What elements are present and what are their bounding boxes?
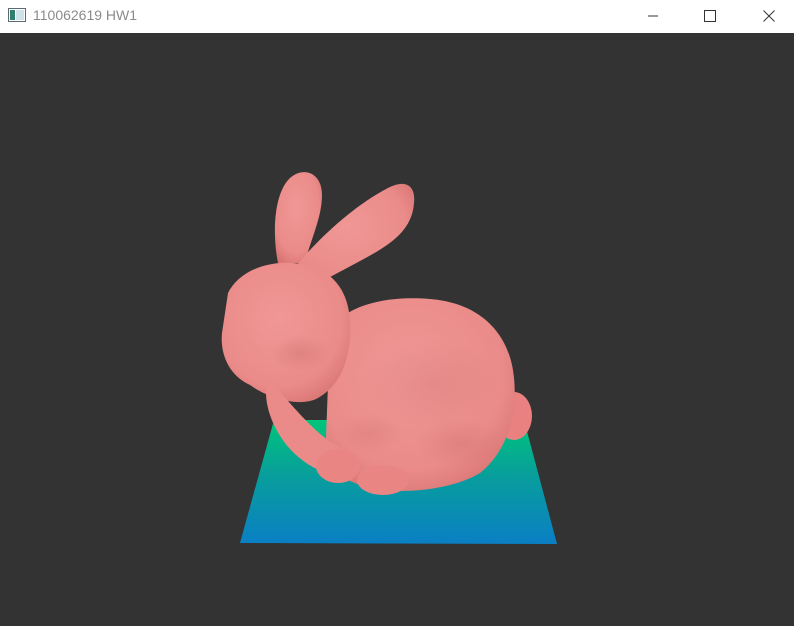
app-window-icon [8, 8, 26, 22]
maximize-icon [704, 9, 716, 22]
3d-scene [221, 172, 557, 544]
app-window: 110062619 HW1 [0, 0, 794, 626]
close-icon [763, 9, 775, 22]
window-title: 110062619 HW1 [33, 7, 138, 23]
minimize-icon [647, 10, 659, 22]
maximize-button[interactable] [687, 0, 733, 31]
title-bar[interactable]: 110062619 HW1 [0, 0, 794, 34]
minimize-button[interactable] [630, 0, 676, 31]
opengl-viewport[interactable] [0, 33, 794, 626]
close-button[interactable] [746, 0, 792, 31]
